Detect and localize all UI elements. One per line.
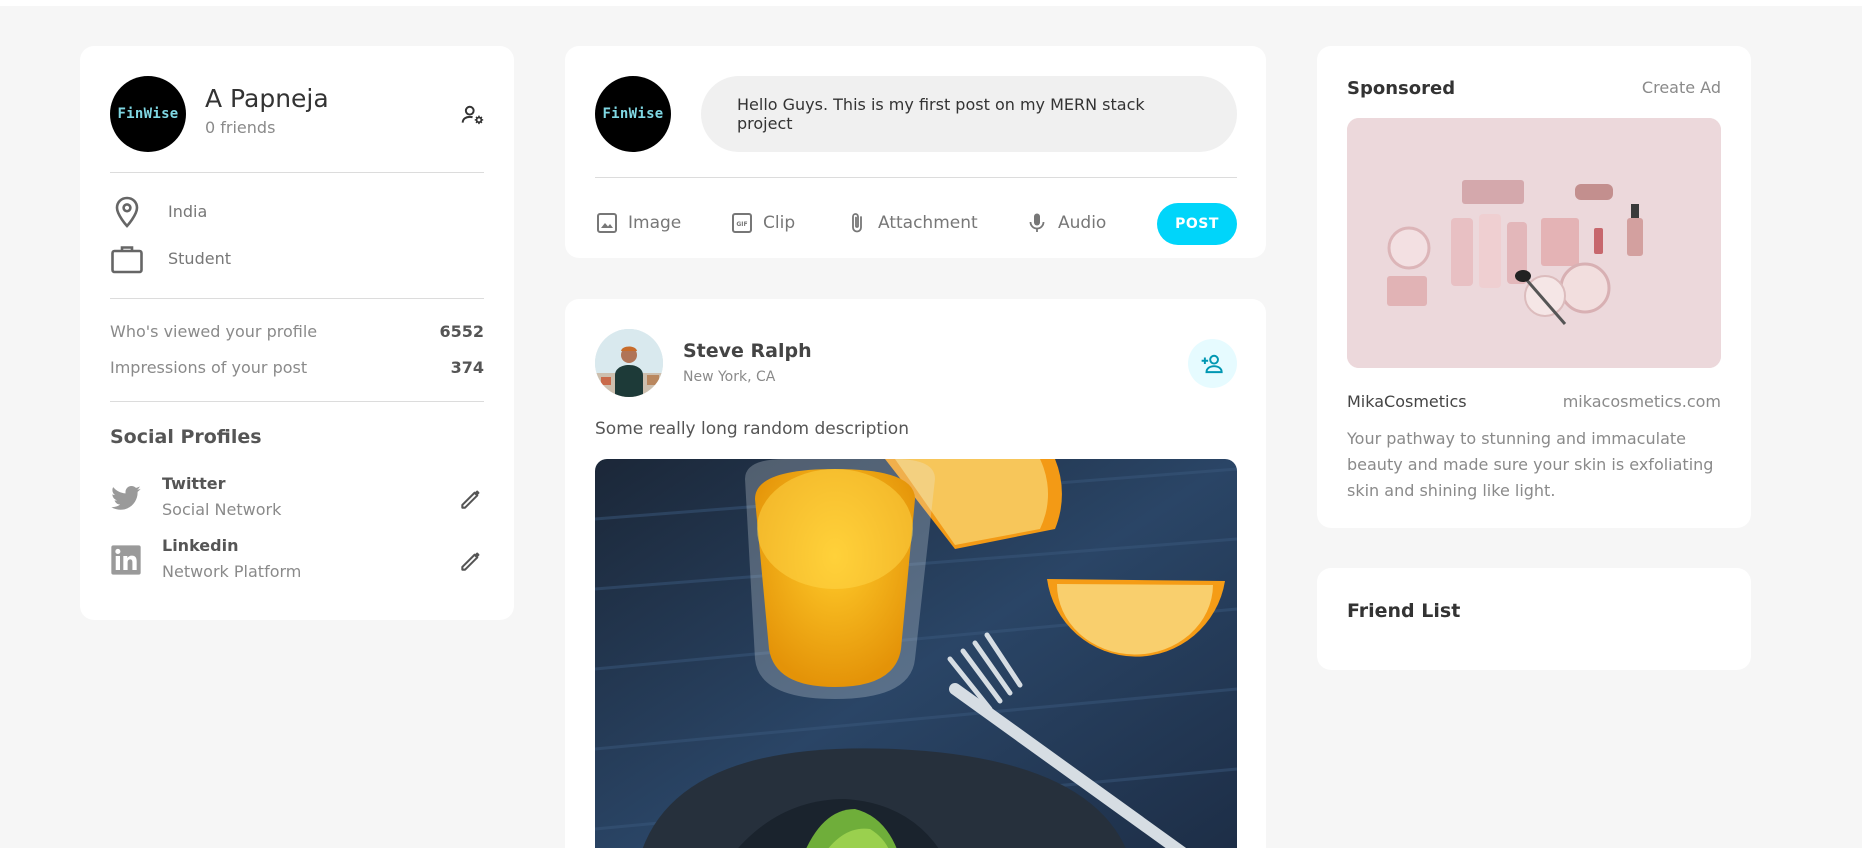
feed-post: Steve Ralph New York, CA Some really lon… <box>565 299 1266 848</box>
avatar-logo-text: FinWise <box>117 106 179 122</box>
briefcase-icon <box>111 246 143 274</box>
image-icon <box>597 213 617 233</box>
social-item-linkedin: Linkedin Network Platform <box>110 536 484 584</box>
profile-card: FinWise A Papneja 0 friends India Studen… <box>80 46 514 620</box>
svg-text:GIF: GIF <box>736 221 747 228</box>
sponsored-title: Sponsored <box>1347 78 1456 99</box>
author-avatar-image <box>595 329 663 397</box>
microphone-icon <box>1029 213 1045 232</box>
profile-name[interactable]: A Papneja <box>205 84 329 113</box>
tool-image[interactable]: Image <box>595 208 681 238</box>
post-button[interactable]: POST <box>1157 203 1237 245</box>
twitter-type: Social Network <box>162 500 282 519</box>
occupation-text: Student <box>168 249 231 268</box>
divider <box>110 298 484 299</box>
edit-twitter-icon[interactable] <box>458 486 484 512</box>
location-text: India <box>168 202 208 221</box>
divider <box>110 172 484 173</box>
profile-views-label: Who's viewed your profile <box>110 322 318 341</box>
author-avatar[interactable] <box>595 329 663 397</box>
edit-linkedin-icon[interactable] <box>458 548 484 574</box>
post-image[interactable] <box>595 459 1237 848</box>
tool-attachment[interactable]: Attachment <box>845 208 978 238</box>
post-description: Some really long random description <box>595 419 909 439</box>
tool-clip-label: Clip <box>763 213 796 233</box>
occupation-row: Student <box>110 241 484 277</box>
friends-count: 0 friends <box>205 118 276 137</box>
paperclip-icon <box>852 213 862 233</box>
profile-views-row: Who's viewed your profile 6552 <box>110 322 484 341</box>
ad-site-link[interactable]: mikacosmetics.com <box>1563 392 1721 411</box>
create-ad-link[interactable]: Create Ad <box>1642 78 1721 97</box>
manage-account-icon[interactable] <box>460 102 486 128</box>
person-add-icon <box>1201 354 1223 373</box>
tool-clip[interactable]: GIF Clip <box>730 208 795 238</box>
post-author-name[interactable]: Steve Ralph <box>683 340 812 362</box>
composer-avatar[interactable]: FinWise <box>595 76 671 152</box>
ad-brand: MikaCosmetics <box>1347 392 1467 411</box>
add-friend-button[interactable] <box>1188 339 1237 388</box>
post-photo <box>595 459 1237 848</box>
tool-attachment-label: Attachment <box>878 213 978 233</box>
location-row: India <box>110 194 484 230</box>
impressions-value: 374 <box>450 358 484 377</box>
divider <box>110 401 484 402</box>
post-composer: FinWise Hello Guys. This is my first pos… <box>565 46 1266 258</box>
profile-avatar[interactable]: FinWise <box>110 76 186 152</box>
linkedin-name: Linkedin <box>162 536 239 555</box>
friend-list-title: Friend List <box>1347 600 1461 622</box>
avatar-logo-text: FinWise <box>602 106 664 122</box>
post-input[interactable]: Hello Guys. This is my first post on my … <box>701 76 1237 152</box>
social-item-twitter: Twitter Social Network <box>110 474 484 522</box>
impressions-label: Impressions of your post <box>110 358 308 377</box>
profile-views-value: 6552 <box>439 322 484 341</box>
top-bar <box>0 0 1862 6</box>
social-profiles-title: Social Profiles <box>110 426 262 448</box>
twitter-icon <box>111 486 141 510</box>
location-pin-icon <box>115 196 139 228</box>
twitter-name: Twitter <box>162 474 226 493</box>
ad-photo <box>1347 118 1721 368</box>
tool-audio-label: Audio <box>1058 213 1107 233</box>
impressions-row: Impressions of your post 374 <box>110 358 484 377</box>
gif-icon: GIF <box>732 213 752 233</box>
tool-image-label: Image <box>628 213 682 233</box>
friend-list-card: Friend List <box>1317 568 1751 670</box>
post-author-location: New York, CA <box>683 369 776 385</box>
ad-image[interactable] <box>1347 118 1721 368</box>
sponsored-card: Sponsored Create Ad MikaCosmetics mikaco… <box>1317 46 1751 528</box>
ad-description: Your pathway to stunning and immaculate … <box>1347 429 1714 500</box>
tool-audio[interactable]: Audio <box>1025 208 1106 238</box>
linkedin-type: Network Platform <box>162 562 302 581</box>
linkedin-icon <box>111 545 141 575</box>
divider <box>595 177 1237 178</box>
